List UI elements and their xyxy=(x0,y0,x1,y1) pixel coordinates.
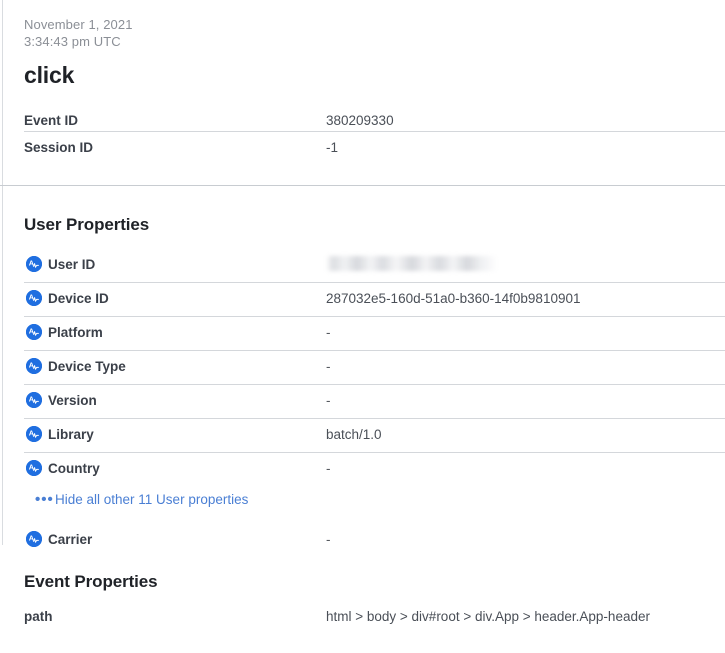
property-label: Library xyxy=(48,427,94,442)
event-date: November 1, 2021 xyxy=(24,17,133,32)
event-timestamp: November 1, 2021 3:34:43 pm UTC xyxy=(24,16,133,50)
row-divider xyxy=(24,282,725,283)
amplitude-icon: A xyxy=(26,256,42,272)
table-row: A User ID xyxy=(0,248,725,282)
row-divider xyxy=(24,384,725,385)
event-time: 3:34:43 pm UTC xyxy=(24,34,121,49)
event-properties-heading: Event Properties xyxy=(24,572,158,591)
redacted-user-id-value xyxy=(326,256,498,271)
property-value: html > body > div#root > div.App > heade… xyxy=(326,609,650,624)
property-label: Device Type xyxy=(48,359,126,374)
ellipsis-icon: ••• xyxy=(35,491,54,508)
amplitude-icon: A xyxy=(26,531,42,547)
amplitude-icon: A xyxy=(26,358,42,374)
property-value: -1 xyxy=(326,140,339,155)
table-row: A Library batch/1.0 xyxy=(0,418,725,452)
event-detail-panel: November 1, 2021 3:34:43 pm UTC click Ev… xyxy=(0,0,725,653)
property-label: Carrier xyxy=(48,532,93,547)
property-value: - xyxy=(326,393,331,408)
property-label: Device ID xyxy=(48,291,109,306)
row-divider xyxy=(24,131,725,132)
table-row: A Version - xyxy=(0,384,725,418)
row-divider xyxy=(24,316,725,317)
amplitude-icon: A xyxy=(26,392,42,408)
amplitude-icon: A xyxy=(26,426,42,442)
table-row: A Device Type - xyxy=(0,350,725,384)
property-label: Country xyxy=(48,461,100,476)
hide-properties-label[interactable]: Hide all other 11 User properties xyxy=(55,492,248,507)
amplitude-icon: A xyxy=(26,460,42,476)
property-label: User ID xyxy=(48,257,96,272)
property-value: - xyxy=(326,359,331,374)
property-value: - xyxy=(326,325,331,340)
table-row: A Country - xyxy=(0,452,725,486)
amplitude-icon: A xyxy=(26,324,42,340)
property-value: batch/1.0 xyxy=(326,427,382,442)
property-value: 287032e5-160d-51a0-b360-14f0b9810901 xyxy=(326,291,581,306)
property-label: Version xyxy=(48,393,97,408)
property-label: Session ID xyxy=(24,140,94,155)
property-label: Event ID xyxy=(24,113,79,128)
page-title: click xyxy=(24,62,75,88)
section-divider xyxy=(0,185,725,186)
property-value: - xyxy=(326,461,331,476)
row-divider xyxy=(24,452,725,453)
hide-other-user-properties-link[interactable]: ••• Hide all other 11 User properties xyxy=(0,486,725,514)
table-row: Session ID -1 xyxy=(0,131,725,165)
property-value: 380209330 xyxy=(326,113,394,128)
table-row: A Carrier - xyxy=(0,523,725,557)
table-row: A Device ID 287032e5-160d-51a0-b360-14f0… xyxy=(0,282,725,316)
property-label: Platform xyxy=(48,325,103,340)
property-value: - xyxy=(326,532,331,547)
user-properties-heading: User Properties xyxy=(24,215,150,234)
row-divider xyxy=(24,418,725,419)
amplitude-icon: A xyxy=(26,290,42,306)
table-row: A Platform - xyxy=(0,316,725,350)
row-divider xyxy=(24,350,725,351)
property-label: path xyxy=(24,609,53,624)
